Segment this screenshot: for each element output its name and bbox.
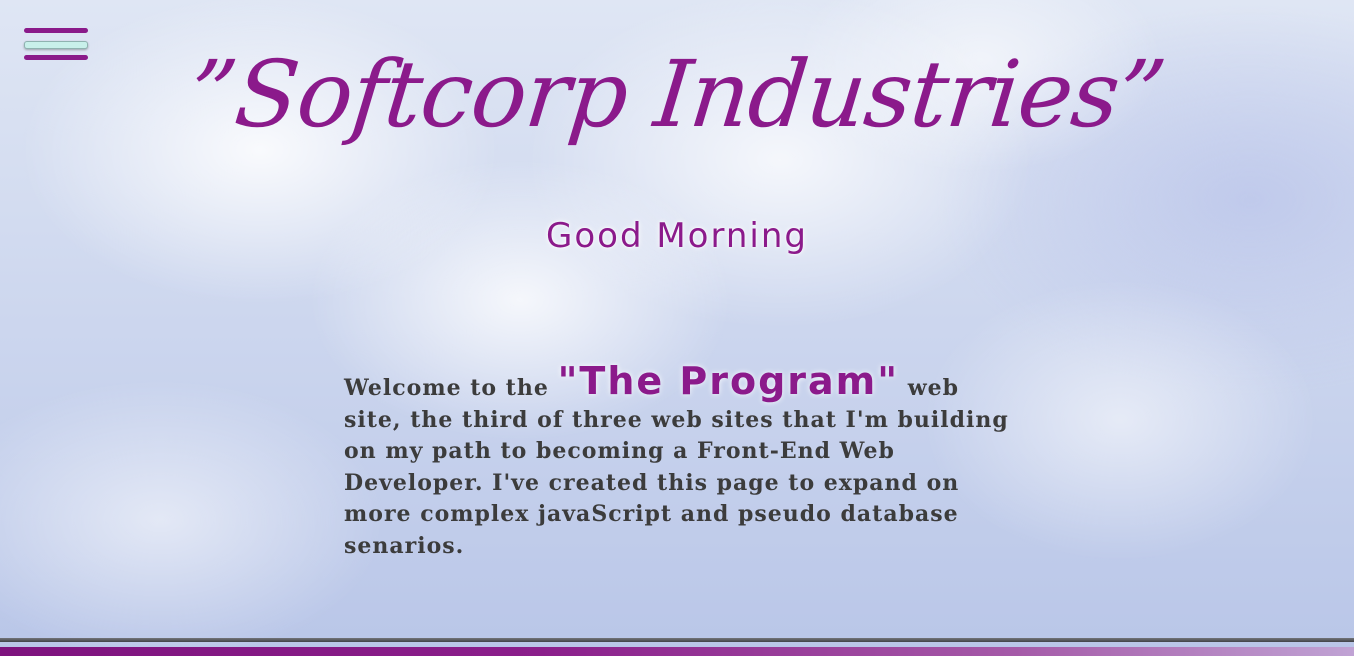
site-title: ”Softcorp Industries” (184, 41, 1170, 148)
hamburger-menu-icon (24, 28, 88, 33)
intro-prefix: Welcome to the (344, 375, 558, 401)
program-name: "The Program" (557, 359, 900, 403)
greeting-text: Good Morning (546, 216, 808, 256)
footer-divider (0, 638, 1354, 642)
footer-bar (0, 647, 1354, 656)
intro-paragraph: Welcome to the "The Program" web site, t… (344, 362, 1014, 562)
